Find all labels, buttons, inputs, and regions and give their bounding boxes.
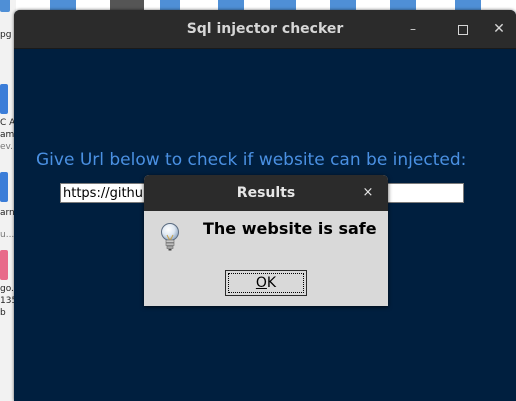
lightbulb-icon xyxy=(161,223,179,251)
dialog-title: Results xyxy=(236,185,296,201)
results-dialog: Results × The website is safe OK xyxy=(144,175,388,306)
close-icon: ✕ xyxy=(493,21,505,37)
minimize-icon: – xyxy=(410,22,416,36)
minimize-button[interactable]: – xyxy=(404,20,422,38)
dialog-message: The website is safe xyxy=(203,219,377,238)
close-icon: × xyxy=(362,185,374,200)
ok-button[interactable]: OK xyxy=(225,270,307,296)
window-titlebar[interactable]: Sql injector checker – ✕ xyxy=(14,10,516,49)
focus-ring xyxy=(228,273,304,293)
desktop-icon-label: go. xyxy=(0,284,14,294)
desktop-icon-label: pg xyxy=(0,30,12,40)
maximize-icon xyxy=(458,24,468,35)
desktop-file-icon[interactable] xyxy=(0,250,8,280)
dialog-close-button[interactable]: × xyxy=(360,184,376,202)
window-title: Sql injector checker xyxy=(186,21,344,37)
desktop-icon-label: b xyxy=(0,308,6,318)
maximize-button[interactable] xyxy=(454,20,472,38)
desktop-icon-label: am xyxy=(0,130,15,140)
desktop-file-icon[interactable] xyxy=(0,84,8,114)
desktop-icon-label: arn xyxy=(0,208,15,218)
dialog-titlebar[interactable]: Results × xyxy=(144,175,388,211)
desktop-thumbnail[interactable] xyxy=(0,0,10,12)
desktop-icon-label: u... xyxy=(0,230,15,240)
close-button[interactable]: ✕ xyxy=(490,20,508,38)
desktop-file-icon[interactable] xyxy=(0,172,8,202)
url-prompt-label: Give Url below to check if website can b… xyxy=(36,150,467,170)
